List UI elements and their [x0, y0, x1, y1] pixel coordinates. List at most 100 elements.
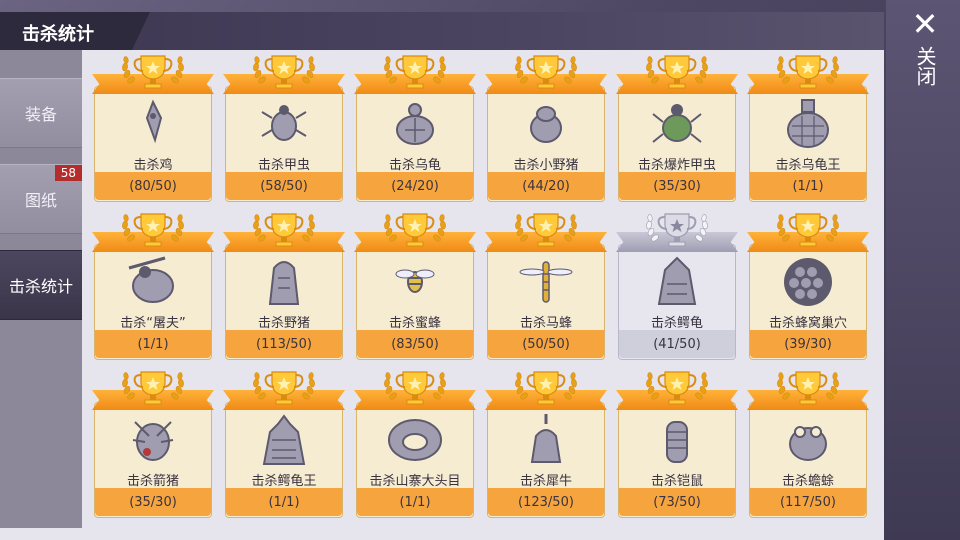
achievement-card[interactable]: 击杀野猪 (113/50)	[223, 210, 345, 360]
achievement-card[interactable]: 击杀蜂窝巢穴 (39/30)	[747, 210, 869, 360]
achievement-card[interactable]: 击杀鳄龟王 (1/1)	[223, 368, 345, 518]
trophy-icon	[375, 52, 455, 92]
trophy-icon	[768, 368, 848, 408]
achievement-card[interactable]: 击杀蟾蜍 (117/50)	[747, 368, 869, 518]
achievement-name: 击杀箭猪	[126, 474, 179, 489]
achievement-name: 击杀山寨大头目	[369, 474, 461, 489]
trophy-icon	[506, 210, 586, 250]
trophy-icon	[113, 368, 193, 408]
close-label[interactable]: 关闭	[913, 46, 937, 86]
trophy-icon	[506, 52, 586, 92]
achievement-progress: (1/1)	[137, 337, 169, 352]
achievement-card[interactable]: 击杀甲虫 (58/50)	[223, 52, 345, 202]
achievement-card[interactable]: 击杀山寨大头目 (1/1)	[354, 368, 476, 518]
turtle-king-icon	[780, 96, 836, 150]
trophy-icon	[637, 210, 717, 250]
snapping-turtle-king-icon	[256, 412, 312, 466]
hive-icon	[780, 254, 836, 308]
achievement-name: 击杀“屠夫”	[120, 316, 186, 331]
achievement-progress: (1/1)	[792, 179, 824, 194]
sidebar-item-label: 击杀统计	[8, 277, 73, 296]
achievement-card[interactable]: 击杀箭猪 (35/30)	[92, 368, 214, 518]
sidebar-item-equipment[interactable]: 装备	[0, 78, 82, 148]
explosive-beetle-icon	[649, 96, 705, 150]
trophy-icon	[244, 52, 324, 92]
chicken-icon	[125, 96, 181, 150]
achievement-card[interactable]: 击杀蜜蜂 (83/50)	[354, 210, 476, 360]
achievement-card[interactable]: 击杀小野猪 (44/20)	[485, 52, 607, 202]
achievement-progress: (50/50)	[522, 337, 570, 352]
achievement-card[interactable]: 击杀马蜂 (50/50)	[485, 210, 607, 360]
trophy-icon	[244, 210, 324, 250]
piglet-icon	[518, 96, 574, 150]
achievement-name: 击杀爆炸甲虫	[637, 158, 716, 173]
sidebar-item-blueprints[interactable]: 图纸 58	[0, 164, 82, 234]
achievement-name: 击杀乌龟王	[775, 158, 841, 173]
achievement-name: 击杀马蜂	[519, 316, 572, 331]
achievement-name: 击杀蟾蜍	[781, 474, 834, 489]
trophy-icon	[637, 52, 717, 92]
trophy-icon	[637, 368, 717, 408]
achievement-progress: (83/50)	[391, 337, 439, 352]
toad-icon	[780, 412, 836, 466]
trophy-icon	[113, 210, 193, 250]
achievement-progress: (24/20)	[391, 179, 439, 194]
achievement-progress: (41/50)	[653, 337, 701, 352]
achievement-progress: (39/30)	[784, 337, 832, 352]
bandit-boss-icon	[387, 412, 443, 466]
trophy-icon	[244, 368, 324, 408]
boar-icon	[256, 254, 312, 308]
achievement-card[interactable]: 击杀乌龟 (24/20)	[354, 52, 476, 202]
achievement-card[interactable]: 击杀“屠夫” (1/1)	[92, 210, 214, 360]
achievement-progress: (1/1)	[268, 495, 300, 510]
achievement-name: 击杀小野猪	[513, 158, 579, 173]
achievement-card[interactable]: 击杀乌龟王 (1/1)	[747, 52, 869, 202]
achievement-name: 击杀蜜蜂	[388, 316, 441, 331]
page-title: 击杀统计	[22, 24, 94, 45]
achievement-name: 击杀鳄龟王	[251, 474, 317, 489]
achievement-name: 击杀乌龟	[388, 158, 441, 173]
trophy-icon	[506, 368, 586, 408]
achievement-progress: (35/30)	[129, 495, 177, 510]
sidebar: 装备 图纸 58 击杀统计	[0, 50, 82, 528]
trophy-icon	[113, 52, 193, 92]
trophy-icon	[375, 210, 455, 250]
achievement-progress: (73/50)	[653, 495, 701, 510]
trophy-icon	[768, 210, 848, 250]
achievement-card[interactable]: 击杀铠鼠 (73/50)	[616, 368, 738, 518]
achievement-name: 击杀鸡	[133, 158, 173, 173]
sidebar-item-label: 图纸	[24, 191, 57, 210]
achievement-progress: (1/1)	[399, 495, 431, 510]
achievement-card[interactable]: 击杀鳄龟 (41/50)	[616, 210, 738, 360]
turtle-icon	[387, 96, 443, 150]
close-icon[interactable]: ✕	[910, 8, 940, 40]
wasp-icon	[518, 254, 574, 308]
achievement-progress: (113/50)	[256, 337, 312, 352]
trophy-icon	[375, 368, 455, 408]
notification-badge: 58	[54, 165, 82, 181]
achievement-card[interactable]: 击杀爆炸甲虫 (35/30)	[616, 52, 738, 202]
rhino-icon	[518, 412, 574, 466]
achievement-name: 击杀甲虫	[257, 158, 310, 173]
armadillo-icon	[649, 412, 705, 466]
butcher-icon	[125, 254, 181, 308]
achievement-progress: (117/50)	[780, 495, 836, 510]
achievement-progress: (80/50)	[129, 179, 177, 194]
sidebar-item-label: 装备	[24, 105, 57, 124]
achievement-card[interactable]: 击杀犀牛 (123/50)	[485, 368, 607, 518]
achievement-name: 击杀蜂窝巢穴	[768, 316, 847, 331]
achievement-name: 击杀犀牛	[519, 474, 572, 489]
trophy-icon	[768, 52, 848, 92]
achievement-name: 击杀野猪	[257, 316, 310, 331]
achievement-name: 击杀鳄龟	[650, 316, 703, 331]
achievement-progress: (123/50)	[518, 495, 574, 510]
sidebar-item-kill-stats[interactable]: 击杀统计	[0, 250, 82, 320]
snapping-turtle-icon	[649, 254, 705, 308]
achievement-progress: (35/30)	[653, 179, 701, 194]
achievement-progress: (44/20)	[522, 179, 570, 194]
bee-icon	[387, 254, 443, 308]
beetle-icon	[256, 96, 312, 150]
achievement-progress: (58/50)	[260, 179, 308, 194]
achievement-card[interactable]: 击杀鸡 (80/50)	[92, 52, 214, 202]
achievement-name: 击杀铠鼠	[650, 474, 703, 489]
